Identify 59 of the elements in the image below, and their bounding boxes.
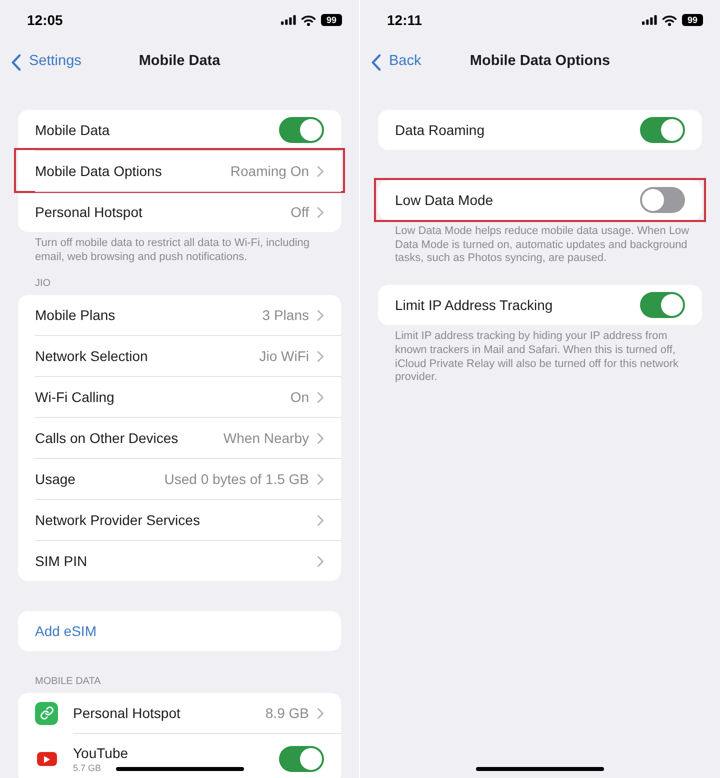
row-value: On bbox=[290, 388, 309, 407]
row-value: 3 Plans bbox=[262, 306, 309, 325]
section-footer: Low Data Mode helps reduce mobile data usage. When Low Data Mode is turned on, automatic updates and background tasks, such as Photos syncing, are paused. bbox=[378, 220, 702, 280]
nav-title: Mobile Data bbox=[138, 52, 220, 72]
action-link[interactable]: Add eSIM bbox=[35, 620, 96, 642]
chevron-icon bbox=[317, 392, 324, 403]
row-value: Jio WiFi bbox=[259, 346, 309, 366]
row-value: When Nearby bbox=[223, 428, 309, 448]
row-label: Limit IP Address Tracking bbox=[395, 296, 554, 315]
chevron-icon bbox=[317, 474, 324, 485]
battery-indicator: 99 bbox=[321, 14, 342, 26]
row-label[interactable]: Network Selection bbox=[35, 346, 252, 367]
toggle-switch[interactable] bbox=[640, 292, 685, 318]
row-label: Mobile Data bbox=[35, 120, 111, 140]
row-label[interactable]: Wi-Fi Calling bbox=[35, 386, 282, 408]
chevron-left-icon bbox=[371, 54, 381, 70]
row-label[interactable]: SIM PIN bbox=[35, 550, 309, 572]
back-button[interactable]: Settings bbox=[0, 51, 82, 73]
chevron-left-icon bbox=[11, 54, 21, 70]
row-value: Roaming On bbox=[230, 162, 309, 181]
row-label: Low Data Mode bbox=[395, 190, 494, 210]
wifi-icon bbox=[301, 14, 316, 26]
signal-icon bbox=[642, 15, 657, 25]
section-footer: Limit IP address tracking by hiding your IP address from known trackers in Mail and Safari. When this is turned off, iCloud Private Relay will also be turned off for this network provider. bbox=[378, 325, 702, 399]
chevron-icon bbox=[317, 708, 324, 719]
chevron-icon bbox=[317, 206, 324, 218]
status-time: 12:11 bbox=[387, 10, 422, 30]
battery-indicator: 99 bbox=[682, 14, 703, 26]
toggle-switch[interactable] bbox=[279, 746, 324, 772]
row-label[interactable]: Mobile Plans bbox=[35, 304, 254, 326]
section-header: MOBILE DATA bbox=[34, 676, 102, 688]
chevron-icon bbox=[317, 514, 324, 526]
chevron-icon bbox=[317, 166, 324, 176]
wifi-icon bbox=[662, 14, 677, 26]
toggle-switch[interactable] bbox=[279, 117, 324, 143]
row-value: 8.9 GB bbox=[265, 704, 309, 723]
toggle-switch[interactable] bbox=[640, 187, 685, 213]
row-label[interactable]: Personal Hotspot bbox=[35, 202, 283, 222]
chevron-icon bbox=[317, 556, 324, 567]
row-value: Off bbox=[290, 202, 309, 222]
signal-icon bbox=[281, 15, 296, 25]
chevron-icon bbox=[317, 432, 324, 444]
row-label: Data Roaming bbox=[395, 120, 486, 140]
row-label[interactable]: Mobile Data Options bbox=[35, 160, 222, 182]
toggle-switch[interactable] bbox=[640, 117, 685, 143]
row-label[interactable]: Usage bbox=[35, 468, 156, 490]
section-footer: Turn off mobile data to restrict all data to Wi-Fi, including email, web browsing and push notifications. bbox=[18, 232, 341, 278]
row-label[interactable]: Network Provider Services bbox=[35, 510, 309, 531]
nav-title: Mobile Data Options bbox=[470, 52, 610, 72]
chevron-icon bbox=[317, 310, 324, 321]
status-time: 12:05 bbox=[27, 10, 63, 30]
row-detail: 5.7 GB bbox=[73, 762, 102, 774]
row-label: YouTube bbox=[73, 744, 128, 762]
back-button[interactable]: Back bbox=[360, 51, 422, 73]
chevron-icon bbox=[317, 350, 324, 362]
row-value: Used 0 bytes of 1.5 GB bbox=[164, 470, 309, 489]
section-header: JIO bbox=[34, 278, 52, 290]
row-label[interactable]: Personal Hotspot bbox=[73, 702, 258, 724]
row-label[interactable]: Calls on Other Devices bbox=[35, 428, 216, 449]
